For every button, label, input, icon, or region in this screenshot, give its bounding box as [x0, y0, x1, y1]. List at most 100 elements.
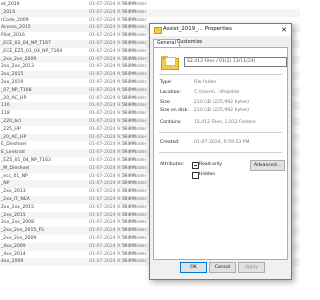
file-type: File folder	[124, 204, 147, 210]
file-name: rCode_2009	[1, 17, 29, 23]
cancel-button[interactable]: Cancel	[209, 262, 236, 273]
file-type: File folder	[124, 95, 147, 101]
file-type: File folder	[124, 25, 147, 31]
file-type: File folder	[124, 220, 147, 226]
file-name: _ECE_EZ5_01_04_NP_T164	[1, 48, 63, 54]
file-name: 4xx_2009	[1, 259, 24, 265]
file-name: Pilot_2016	[1, 33, 25, 39]
file-type: File folder	[124, 9, 147, 15]
file-type: File folder	[124, 181, 147, 187]
file-name: 2xx_2xx_2015	[1, 204, 35, 210]
file-name: _2xx_2xx_2009	[1, 236, 37, 241]
file-type: File folder	[124, 158, 147, 163]
attributes-label: Attributes:	[160, 162, 185, 167]
file-row[interactable]: ot_2019 01-07-2024 9:59 PM File folder	[0, 1, 300, 9]
readonly-label: Read-only	[199, 162, 223, 167]
apply-button[interactable]: Apply	[238, 262, 265, 273]
hidden-label: Hidden	[199, 172, 216, 177]
tab-customize[interactable]: Customize	[174, 39, 205, 47]
file-name: ot_2019	[1, 2, 20, 7]
file-type: File folder	[124, 126, 147, 132]
file-type: File folder	[124, 259, 147, 265]
file-type: File folder	[124, 64, 147, 70]
location-label: Location:	[160, 90, 181, 95]
file-name: _220_bcl	[1, 119, 22, 124]
size-value: 210 GB (225,992 bytes)	[194, 100, 250, 105]
file-name: E_Dieshoel	[1, 142, 27, 148]
file-type: File folder	[124, 236, 147, 241]
file-name: _M_Dieshoel	[1, 165, 30, 171]
file-name: _EZ5_01_04_NP_T163	[1, 158, 51, 163]
file-type: File folder	[124, 111, 147, 117]
file-type: File folder	[124, 173, 147, 179]
file-name: _225_HP	[1, 126, 21, 132]
file-type: File folder	[124, 165, 147, 171]
file-name: _20_AC_HP	[1, 134, 27, 140]
file-type: File folder	[124, 251, 147, 257]
file-name: _2014	[1, 9, 15, 15]
contains-value: 15,412 Files, 1,012 Folders	[194, 120, 256, 125]
size-on-disk-value: 210 GB (225,992 bytes)	[194, 108, 250, 113]
file-name: _ecc_01_NP	[1, 173, 28, 179]
close-button[interactable]: ✕	[277, 24, 291, 36]
file-name: _2xx_IT_NEA	[1, 197, 30, 202]
created-label: Created:	[160, 140, 180, 145]
folder-name-field[interactable]: S2,412 Files / 01(2) 13/11(24)	[184, 57, 287, 67]
file-type: File folder	[124, 197, 147, 202]
large-folder-icon	[161, 56, 179, 70]
file-type: File folder	[124, 41, 147, 46]
advanced-button[interactable]: Advanced...	[250, 160, 285, 171]
general-panel: S2,412 Files / 01(2) 13/11(24) Type: Fil…	[153, 47, 288, 260]
file-type: File folder	[124, 80, 147, 85]
file-type: File folder	[124, 87, 147, 93]
file-name: _NP	[1, 181, 10, 187]
file-name: Access_2015	[1, 25, 31, 31]
file-name: 2xx_2xx_2008	[1, 220, 35, 226]
file-type: File folder	[124, 33, 147, 39]
file-name: 118	[1, 111, 10, 117]
folder-icon	[154, 27, 162, 34]
file-name: _2xx_2xx_2009	[1, 56, 37, 62]
file-type: File folder	[124, 189, 147, 195]
file-type: File folder	[124, 119, 147, 124]
file-type: File folder	[124, 150, 147, 156]
file-name: 116	[1, 103, 10, 109]
file-name: _4xx_2009	[1, 243, 26, 249]
file-name: _20_AC_HP	[1, 95, 27, 101]
location-value: C:\Users\...\Projekte	[194, 90, 240, 95]
file-name: _2xx_2013	[1, 189, 26, 195]
file-row[interactable]: _2014 01-07-2024 9:59 PM File folder	[0, 8, 300, 17]
file-name: 2xx_2xx_2013	[1, 64, 35, 70]
file-name: 2xx_2015	[1, 72, 24, 78]
size-on-disk-label: Size on disk:	[160, 108, 189, 113]
dialog-title: Assist_2019_... Properties	[163, 26, 232, 32]
properties-dialog: Assist_2019_... Properties ✕ General Cus…	[149, 23, 292, 280]
file-type: File folder	[124, 103, 147, 109]
divider	[159, 132, 282, 133]
divider	[159, 152, 282, 153]
file-type: File folder	[124, 48, 147, 54]
file-type: File folder	[124, 2, 147, 7]
file-name: _2xx_2xx_2015_FS	[1, 228, 45, 234]
hidden-checkbox[interactable]	[192, 172, 199, 179]
dialog-titlebar[interactable]: Assist_2019_... Properties ✕	[150, 24, 291, 36]
file-name: _ECE_02_04_NP_T167	[1, 41, 51, 46]
type-label: Type:	[160, 80, 173, 85]
divider	[159, 74, 282, 75]
file-type: File folder	[124, 228, 147, 234]
file-type: File folder	[124, 243, 147, 249]
contains-label: Contains:	[160, 120, 182, 125]
file-type: File folder	[124, 56, 147, 62]
file-name: E_Lenkrad	[1, 150, 25, 156]
file-name: _4xx_2014	[1, 251, 26, 257]
file-type: File folder	[124, 134, 147, 140]
file-type: File folder	[124, 142, 147, 148]
ok-button[interactable]: OK	[180, 262, 207, 273]
file-type: File folder	[124, 72, 147, 78]
file-name: _07_NP_T168	[1, 87, 32, 93]
file-name: _2xx_2015	[1, 212, 26, 218]
type-value: File folder	[194, 80, 217, 85]
readonly-checkbox[interactable]	[192, 162, 199, 169]
file-type: File folder	[124, 17, 147, 23]
size-label: Size:	[160, 100, 171, 105]
